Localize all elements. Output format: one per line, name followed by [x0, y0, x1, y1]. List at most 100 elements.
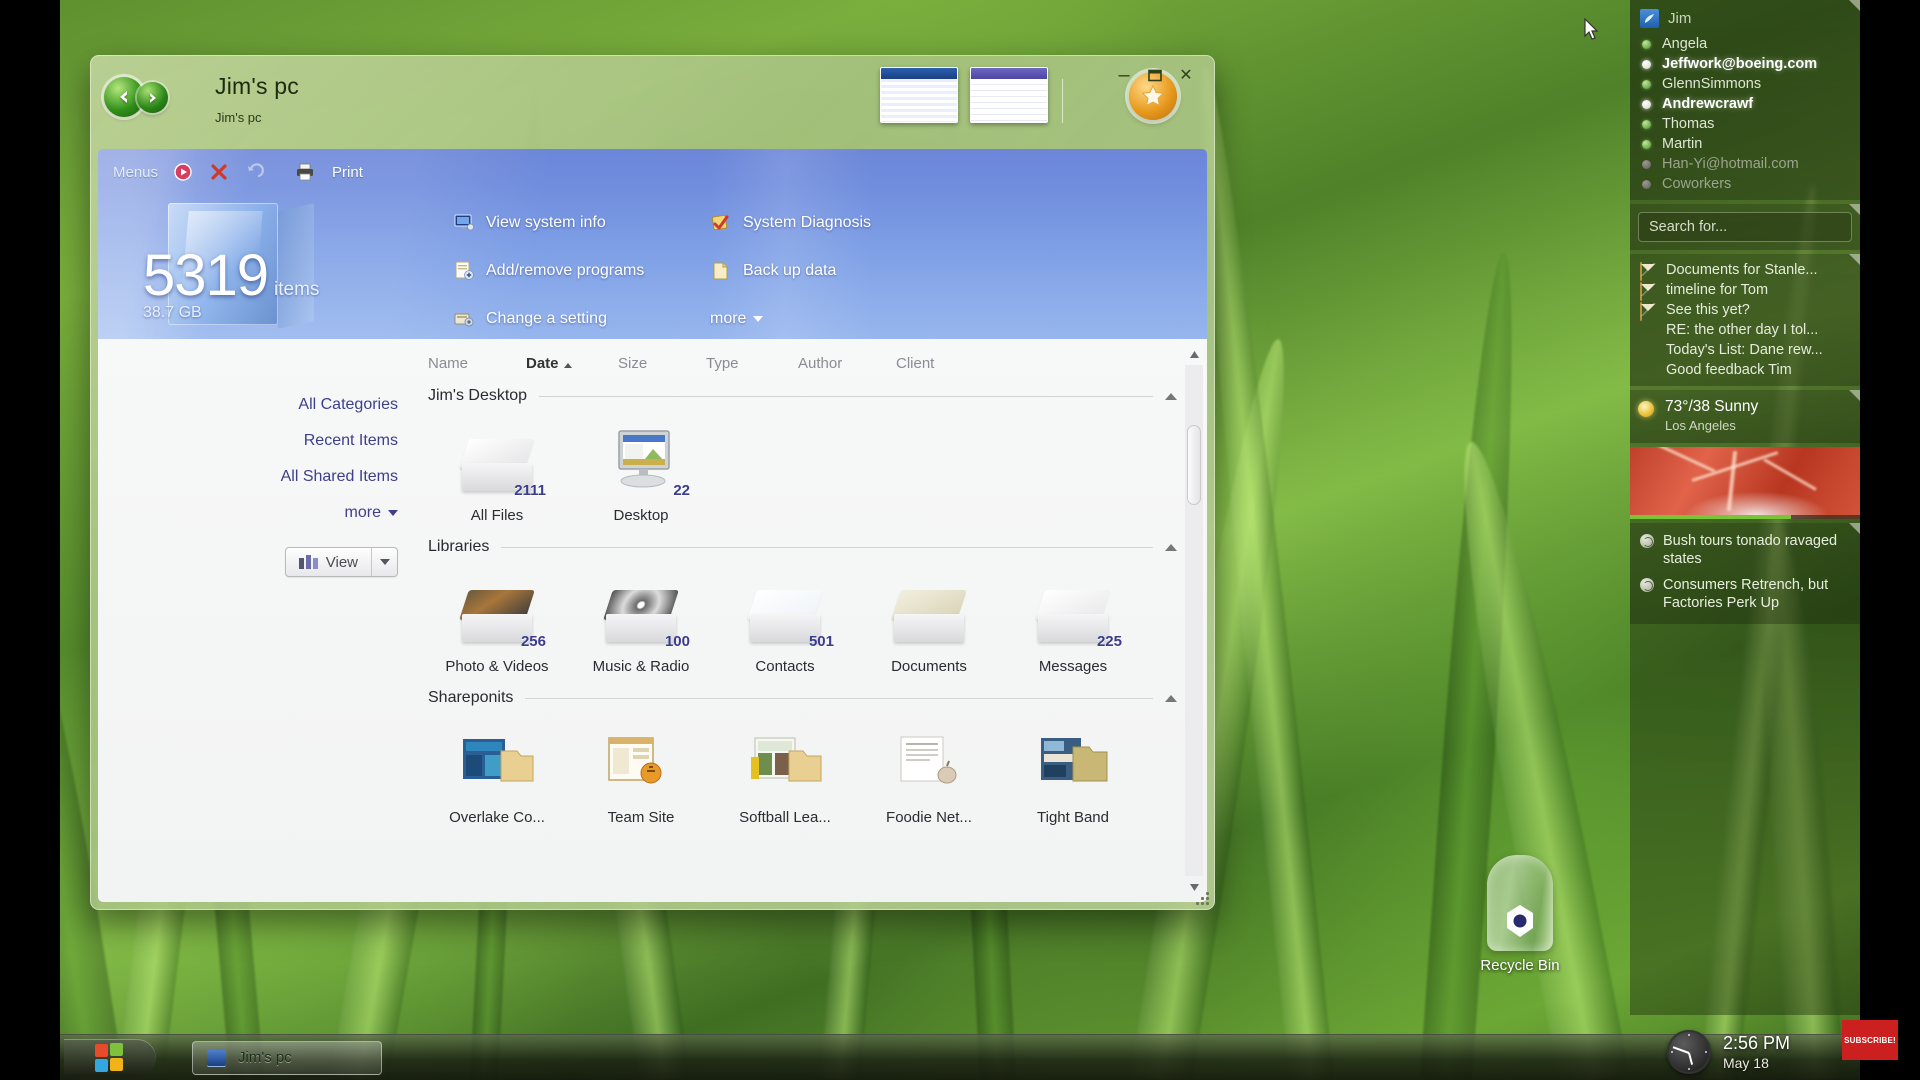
clock[interactable]: 2:56 PM May 18	[1666, 1030, 1790, 1074]
search-gadget[interactable]: Search for...	[1630, 204, 1860, 250]
gadget-grip-icon[interactable]	[1849, 204, 1860, 215]
maximize-button[interactable]	[1144, 65, 1166, 85]
column-header-size[interactable]: Size	[618, 347, 706, 380]
column-header-date[interactable]: Date	[526, 347, 618, 380]
window-title-bar[interactable]: Jim's pc Jim's pc – ✕	[90, 55, 1215, 149]
gadget-grip-icon[interactable]	[1849, 390, 1860, 401]
column-header-name[interactable]: Name	[428, 347, 526, 380]
contact-row[interactable]: Coworkers	[1638, 174, 1852, 194]
group-header[interactable]: Libraries	[428, 538, 1181, 556]
tile-music-radio[interactable]: 100 Music & Radio	[576, 570, 706, 675]
column-header-type[interactable]: Type	[706, 347, 798, 380]
command-add-remove-programs[interactable]: Add/remove programs	[453, 247, 644, 295]
media-play-icon[interactable]	[172, 161, 194, 183]
tile-softball-lea[interactable]: Softball Lea...	[720, 721, 850, 826]
search-input[interactable]: Search for...	[1638, 212, 1852, 242]
start-button[interactable]	[64, 1038, 156, 1077]
menus-button[interactable]: Menus	[113, 164, 158, 181]
forward-arrow-icon[interactable]	[137, 82, 168, 113]
command-back-up-data[interactable]: Back up data	[710, 247, 871, 295]
content-area[interactable]: Name Date Size Type Author Client All Ca…	[98, 339, 1207, 902]
column-headers[interactable]: Name Date Size Type Author Client	[428, 347, 986, 380]
tile-photo-videos[interactable]: 256 Photo & Videos	[432, 570, 562, 675]
undo-icon[interactable]	[244, 161, 266, 183]
more-commands-link[interactable]: more	[710, 295, 871, 339]
collapse-group-icon[interactable]	[1165, 694, 1177, 702]
rail-more-link[interactable]: more	[98, 495, 398, 531]
tile-tight-band[interactable]: Tight Band	[1008, 721, 1138, 826]
collapse-group-icon[interactable]	[1165, 543, 1177, 551]
desktop-sidebar[interactable]: Jim Angela Jeffwork@boeing.com GlennSimm…	[1630, 0, 1860, 1015]
tile-desktop[interactable]: 22 Desktop	[576, 419, 706, 524]
tile-foodie-net[interactable]: Foodie Net...	[864, 721, 994, 826]
tile-documents[interactable]: Documents	[864, 570, 994, 675]
view-button-dropdown[interactable]	[371, 548, 397, 576]
collapse-group-icon[interactable]	[1165, 392, 1177, 400]
scrollbar-track[interactable]	[1185, 365, 1203, 876]
gadget-grip-icon[interactable]	[1849, 0, 1860, 11]
view-button-main[interactable]: View	[286, 548, 371, 576]
message-row[interactable]: RE: the other day I tol...	[1638, 320, 1852, 340]
minimize-button[interactable]: –	[1113, 65, 1135, 85]
contacts-owner-row[interactable]: Jim	[1638, 6, 1852, 34]
gadget-grip-icon[interactable]	[1849, 523, 1860, 534]
contact-row[interactable]: Jeffwork@boeing.com	[1638, 54, 1852, 74]
contact-row[interactable]: GlennSimmons	[1638, 74, 1852, 94]
message-row[interactable]: timeline for Tom	[1638, 280, 1852, 301]
taskbar[interactable]: Jim's pc	[60, 1034, 1860, 1080]
tile-all-files[interactable]: 2111 All Files	[432, 419, 562, 524]
view-button[interactable]: View	[284, 547, 398, 577]
close-button[interactable]: ✕	[1175, 65, 1197, 85]
vertical-scrollbar[interactable]	[1185, 345, 1203, 896]
print-button[interactable]: Print	[332, 164, 363, 181]
slideshow-progress[interactable]	[1630, 515, 1860, 519]
weather-gadget[interactable]: 73°/38 Sunny Los Angeles	[1630, 390, 1860, 443]
column-header-client[interactable]: Client	[896, 347, 986, 380]
scrollbar-thumb[interactable]	[1187, 425, 1201, 505]
scroll-up-arrow[interactable]	[1185, 345, 1203, 363]
command-column-1[interactable]: View system info Add/remove programs Cha…	[453, 199, 644, 339]
rail-item-all-shared-items[interactable]: All Shared Items	[98, 459, 398, 495]
message-row[interactable]: See this yet?	[1638, 300, 1852, 321]
column-header-author[interactable]: Author	[798, 347, 896, 380]
thumbnail-spreadsheet[interactable]	[970, 67, 1048, 123]
delete-x-icon[interactable]	[208, 161, 230, 183]
subscribe-badge[interactable]: SUBSCRIBE!	[1842, 1020, 1898, 1060]
slideshow-gadget[interactable]	[1630, 447, 1860, 519]
command-system-diagnosis[interactable]: System Diagnosis	[710, 199, 871, 247]
window-controls[interactable]: – ✕	[1113, 65, 1197, 85]
contact-row[interactable]: Angela	[1638, 34, 1852, 54]
recycle-bin-icon[interactable]: Recycle Bin	[1445, 855, 1595, 974]
menu-toolbar[interactable]: Menus Print	[113, 159, 363, 185]
group-tiles[interactable]: Overlake Co... Team Site Softball Lea...	[428, 707, 1181, 836]
message-row[interactable]: Documents for Stanle...	[1638, 260, 1852, 281]
tile-overlake-co[interactable]: Overlake Co...	[432, 721, 562, 826]
explorer-window[interactable]: Jim's pc Jim's pc – ✕ Menus Print 5319 i…	[90, 55, 1215, 910]
window-thumbnails[interactable]	[880, 67, 1065, 123]
group-tiles[interactable]: 256 Photo & Videos 100 Music & Radio 501…	[428, 556, 1181, 685]
category-rail[interactable]: All Categories Recent Items All Shared I…	[98, 387, 416, 577]
tile-team-site[interactable]: Team Site	[576, 721, 706, 826]
command-change-a-setting[interactable]: Change a setting	[453, 295, 644, 339]
contact-row[interactable]: Andrewcrawf	[1638, 94, 1852, 114]
contact-row[interactable]: Martin	[1638, 134, 1852, 154]
news-gadget[interactable]: Bush tours tonado ravaged states Consume…	[1630, 523, 1860, 624]
contact-row[interactable]: Thomas	[1638, 114, 1852, 134]
rail-item-all-categories[interactable]: All Categories	[98, 387, 398, 423]
rail-item-recent-items[interactable]: Recent Items	[98, 423, 398, 459]
tile-messages[interactable]: 225 Messages	[1008, 570, 1138, 675]
item-groups[interactable]: Jim's Desktop 2111 All Files 22 Desktop …	[428, 387, 1181, 902]
taskbar-item-jims-pc[interactable]: Jim's pc	[192, 1040, 382, 1075]
command-column-2[interactable]: System Diagnosis Back up data more	[710, 199, 871, 339]
tile-contacts[interactable]: 501 Contacts	[720, 570, 850, 675]
news-row[interactable]: Consumers Retrench, but Factories Perk U…	[1638, 573, 1852, 617]
command-view-system-info[interactable]: View system info	[453, 199, 644, 247]
contacts-gadget[interactable]: Jim Angela Jeffwork@boeing.com GlennSimm…	[1630, 0, 1860, 200]
resize-grip[interactable]	[1195, 891, 1209, 905]
group-header[interactable]: Shareponits	[428, 689, 1181, 707]
navigation-arrows[interactable]	[104, 77, 184, 119]
news-row[interactable]: Bush tours tonado ravaged states	[1638, 529, 1852, 573]
group-tiles[interactable]: 2111 All Files 22 Desktop	[428, 405, 1181, 534]
group-header[interactable]: Jim's Desktop	[428, 387, 1181, 405]
messages-gadget[interactable]: Documents for Stanle... timeline for Tom…	[1630, 254, 1860, 386]
